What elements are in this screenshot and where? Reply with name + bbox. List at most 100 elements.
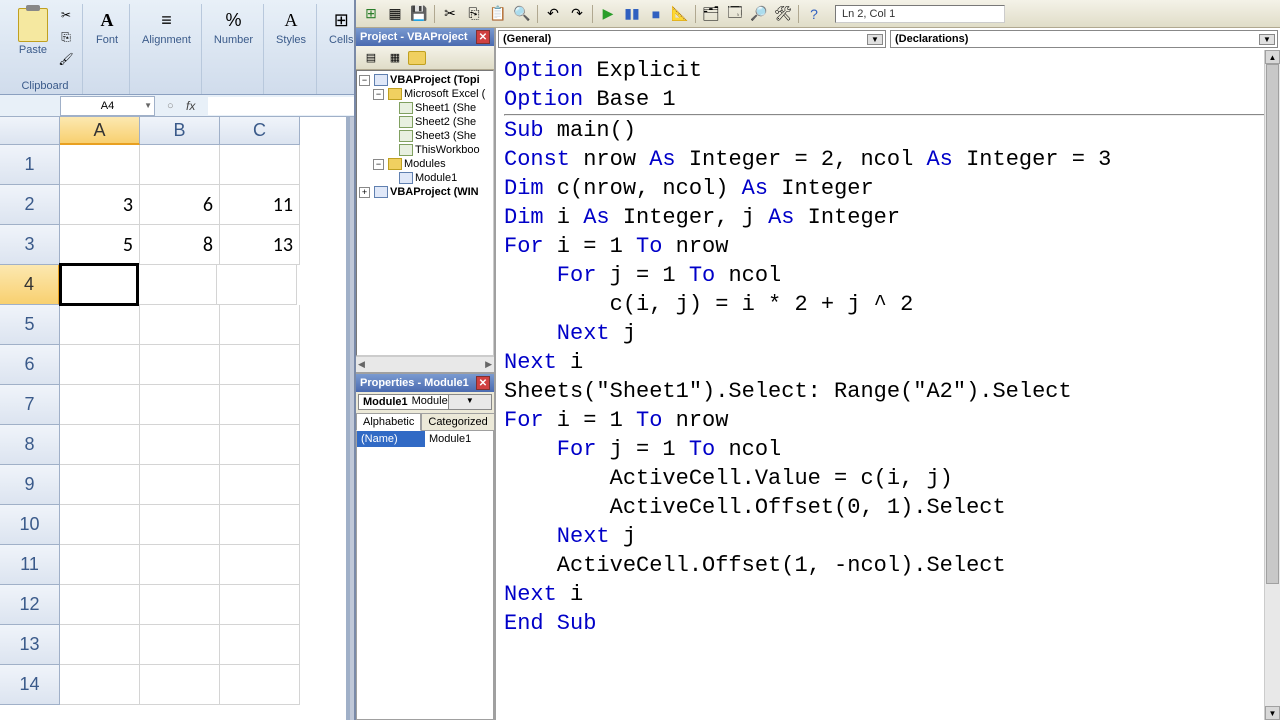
cell-B9[interactable] [140,465,220,505]
cell-A14[interactable] [60,665,140,705]
prop-name-value[interactable]: Module1 [425,431,493,447]
tree-vbaproject-1[interactable]: VBAProject (Topi [390,74,480,86]
cell-A4[interactable] [59,263,139,306]
number-button[interactable]: % Number [210,6,257,48]
close-icon[interactable]: ✕ [476,376,490,390]
design-mode-button[interactable]: 📐 [669,3,691,25]
project-tree[interactable]: −VBAProject (Topi −Microsoft Excel ( She… [356,70,494,356]
format-painter-button[interactable]: 🖌 [56,50,76,68]
cell-B8[interactable] [140,425,220,465]
row-header-4[interactable]: 4 [0,265,60,305]
object-dropdown[interactable]: (General) [498,30,886,48]
row-header-14[interactable]: 14 [0,665,60,705]
cell-A11[interactable] [60,545,140,585]
view-excel-button[interactable]: ⊞ [360,3,382,25]
cell-A6[interactable] [60,345,140,385]
row-header-5[interactable]: 5 [0,305,60,345]
cell-A7[interactable] [60,385,140,425]
row-header-10[interactable]: 10 [0,505,60,545]
cell-B13[interactable] [140,625,220,665]
cell-B11[interactable] [140,545,220,585]
cell-B5[interactable] [140,305,220,345]
properties-button[interactable]: 🗔 [724,3,746,25]
cell-C5[interactable] [220,305,300,345]
redo-button[interactable]: ↷ [566,3,588,25]
cell-C14[interactable] [220,665,300,705]
tree-modules[interactable]: Modules [404,158,446,170]
toolbox-button[interactable]: 🛠 [772,3,794,25]
paste-button[interactable]: 📋 [487,3,509,25]
save-button[interactable]: 💾 [408,3,430,25]
scroll-up-icon[interactable]: ▲ [1265,50,1280,64]
cell-A2[interactable]: 3 [60,185,140,225]
cell-C6[interactable] [220,345,300,385]
insert-button[interactable]: ▦ [384,3,406,25]
row-header-2[interactable]: 2 [0,185,60,225]
chevron-down-icon[interactable]: ▼ [448,395,491,409]
cell-A12[interactable] [60,585,140,625]
cell-B2[interactable]: 6 [140,185,220,225]
cell-A10[interactable] [60,505,140,545]
cell-B10[interactable] [140,505,220,545]
row-header-6[interactable]: 6 [0,345,60,385]
find-button[interactable]: 🔍 [511,3,533,25]
undo-button[interactable]: ↶ [542,3,564,25]
code-vscroll[interactable]: ▲ ▼ [1264,50,1280,720]
cell-C4[interactable] [217,265,297,305]
cell-B1[interactable] [140,145,220,185]
cell-B12[interactable] [140,585,220,625]
tab-categorized[interactable]: Categorized [421,413,494,431]
cell-C2[interactable]: 11 [220,185,300,225]
styles-button[interactable]: A Styles [272,6,310,48]
cell-C8[interactable] [220,425,300,465]
cell-C13[interactable] [220,625,300,665]
cell-C3[interactable]: 13 [220,225,300,265]
cell-B7[interactable] [140,385,220,425]
cells-button[interactable]: ⊞ Cells [325,6,357,48]
minus-icon[interactable]: − [373,159,384,170]
close-icon[interactable]: ✕ [476,30,490,44]
chevron-down-icon[interactable]: ▼ [144,101,152,110]
name-box[interactable]: A4 ▼ [60,96,155,116]
cell-A5[interactable] [60,305,140,345]
cell-A3[interactable]: 5 [60,225,140,265]
properties-grid[interactable]: (Name) Module1 [356,430,494,720]
procedure-dropdown[interactable]: (Declarations) [890,30,1278,48]
tree-sheet1[interactable]: Sheet1 (She [415,102,476,114]
cell-A13[interactable] [60,625,140,665]
cell-C9[interactable] [220,465,300,505]
break-button[interactable]: ▮▮ [621,3,643,25]
cut-button[interactable]: ✂ [439,3,461,25]
column-header-b[interactable]: B [140,117,220,145]
fx-button[interactable]: fx [182,97,200,115]
alignment-button[interactable]: ≡ Alignment [138,6,195,48]
cell-C10[interactable] [220,505,300,545]
font-button[interactable]: A Font [91,6,123,48]
row-header-12[interactable]: 12 [0,585,60,625]
toggle-folders-button[interactable] [408,51,426,65]
project-explorer-button[interactable]: 🗂 [700,3,722,25]
minus-icon[interactable]: − [373,89,384,100]
plus-icon[interactable]: + [359,187,370,198]
object-selector[interactable]: Module1 Module ▼ [358,394,492,410]
row-header-13[interactable]: 13 [0,625,60,665]
row-header-9[interactable]: 9 [0,465,60,505]
object-browser-button[interactable]: 🔎 [748,3,770,25]
view-object-button[interactable]: ▦ [384,47,406,69]
copy-button[interactable]: ⎘ [463,3,485,25]
column-header-c[interactable]: C [220,117,300,145]
row-header-3[interactable]: 3 [0,225,60,265]
tree-thisworkbook[interactable]: ThisWorkboo [415,144,480,156]
cell-C7[interactable] [220,385,300,425]
select-all-corner[interactable] [0,117,60,145]
tree-sheet2[interactable]: Sheet2 (She [415,116,476,128]
cell-B6[interactable] [140,345,220,385]
row-header-1[interactable]: 1 [0,145,60,185]
scroll-thumb[interactable] [1266,64,1279,584]
cell-B14[interactable] [140,665,220,705]
paste-button[interactable]: Paste [14,6,52,68]
tab-alphabetic[interactable]: Alphabetic [356,413,421,431]
column-header-a[interactable]: A [60,117,140,145]
row-header-7[interactable]: 7 [0,385,60,425]
copy-button[interactable]: ⎘ [56,28,76,46]
